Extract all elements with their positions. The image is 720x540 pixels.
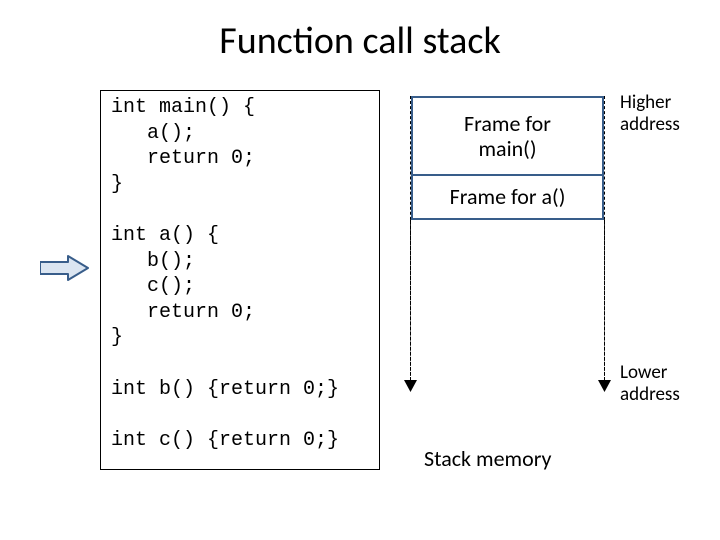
stack-grow-arrow-right (604, 220, 605, 380)
slide-title: Function call stack (0, 18, 720, 64)
stack-frame-main: Frame for main() (411, 96, 604, 176)
stack-frame-label: Frame for a() (450, 184, 566, 209)
stack-grow-arrowhead-left-icon (404, 378, 417, 397)
stack-frame-a: Frame for a() (411, 176, 604, 220)
current-line-arrow-icon (40, 255, 90, 286)
code-listing: int main() { a(); return 0; } int a() { … (100, 90, 380, 470)
stack-grow-arrowhead-right-icon (598, 378, 611, 397)
lower-address-label: Lower address (620, 362, 680, 406)
higher-address-label: Higher address (620, 92, 680, 136)
slide: Function call stack int main() { a(); re… (0, 0, 720, 540)
stack-memory: Frame for main() Frame for a() (410, 96, 605, 386)
stack-frame-label: Frame for main() (464, 111, 551, 162)
stack-caption: Stack memory (424, 445, 551, 472)
stack-grow-arrow-left (410, 220, 411, 380)
